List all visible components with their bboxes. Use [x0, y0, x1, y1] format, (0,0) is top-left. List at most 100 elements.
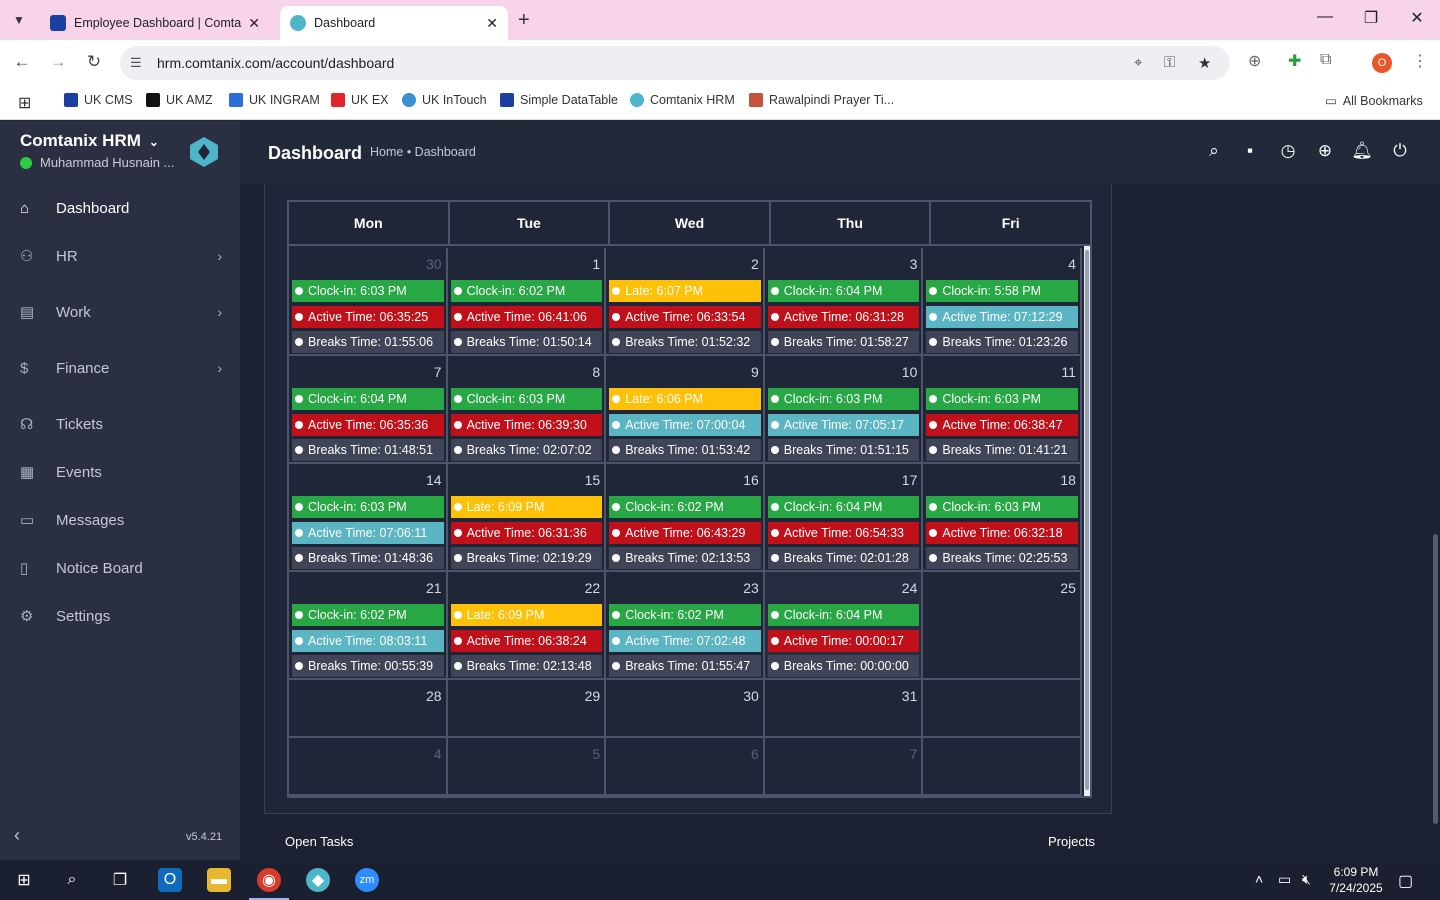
calendar-day-cell[interactable] [923, 738, 1082, 794]
attendance-event[interactable]: Active Time: 06:38:47 [926, 414, 1078, 436]
calendar-day-cell[interactable]: 4 [289, 738, 448, 794]
attendance-event[interactable]: Breaks Time: 01:52:32 [609, 331, 761, 353]
attendance-event[interactable]: Clock-in: 6:03 PM [926, 496, 1078, 518]
url-text[interactable]: hrm.comtanix.com/account/dashboard [157, 55, 394, 71]
attendance-event[interactable]: Clock-in: 6:02 PM [292, 604, 444, 626]
attendance-event[interactable]: Clock-in: 6:04 PM [767, 280, 920, 302]
attendance-event[interactable]: Active Time: 06:39:30 [450, 414, 603, 436]
page-scrollbar[interactable] [1433, 184, 1440, 860]
calendar-day-cell[interactable] [923, 680, 1082, 736]
attendance-event[interactable]: Clock-in: 6:04 PM [292, 388, 444, 410]
comtanix-app-icon[interactable]: ◆ [306, 868, 330, 892]
restore-icon[interactable]: ❐ [1348, 8, 1394, 28]
breadcrumb[interactable]: Home • Dashboard [370, 145, 476, 159]
reload-icon[interactable]: ↻ [82, 52, 106, 72]
brand-switcher[interactable]: Comtanix HRM ⌄ [20, 131, 159, 151]
calendar-day-cell[interactable]: 21 Clock-in: 6:02 PM Active Time: 08:03:11… [289, 572, 448, 678]
attendance-event[interactable]: Breaks Time: 01:48:36 [292, 547, 444, 569]
calendar-day-cell[interactable]: 18 Clock-in: 6:03 PM Active Time: 06:32:18… [923, 464, 1082, 570]
volume-muted-icon[interactable]: 🔇︎ [1302, 871, 1311, 888]
calendar-day-cell[interactable]: 9 Late: 6:06 PM Active Time: 07:00:04 Break… [606, 356, 765, 462]
attendance-event[interactable]: Breaks Time: 02:25:53 [926, 547, 1078, 569]
file-explorer-icon[interactable]: ▬ [207, 868, 231, 892]
notifications-icon[interactable]: ▢ [1398, 871, 1413, 891]
attendance-event[interactable]: Active Time: 07:06:11 [292, 522, 444, 544]
bookmark-uk-intouch[interactable]: UK InTouch [402, 93, 487, 107]
sidebar-item-hr[interactable]: ⚇ HR › [0, 234, 240, 278]
chrome-menu-icon[interactable]: ⋮ [1412, 51, 1428, 71]
extensions-puzzle-icon[interactable]: ⧉ [1320, 51, 1331, 69]
attendance-event[interactable]: Clock-in: 6:03 PM [450, 388, 603, 410]
attendance-event[interactable]: Active Time: 00:00:17 [767, 630, 920, 652]
attendance-event[interactable]: Active Time: 06:35:36 [292, 414, 444, 436]
calendar-day-cell[interactable]: 17 Clock-in: 6:04 PM Active Time: 06:54:33… [765, 464, 924, 570]
profile-avatar[interactable]: O [1372, 53, 1392, 73]
sidebar-item-settings[interactable]: ⚙ Settings [0, 594, 240, 638]
attendance-event[interactable]: Active Time: 06:31:28 [767, 306, 920, 328]
search-icon[interactable]: ⌕ [60, 868, 84, 892]
attendance-event[interactable]: Breaks Time: 02:13:48 [450, 655, 603, 677]
bookmark-simple-datatable[interactable]: Simple DataTable [500, 93, 618, 107]
sidebar-item-dashboard[interactable]: ⌂ Dashboard [0, 186, 240, 230]
close-tab-icon[interactable]: ✕ [486, 15, 498, 32]
attendance-event[interactable]: Clock-in: 6:03 PM [292, 280, 444, 302]
calendar-day-cell[interactable]: 31 [765, 680, 924, 736]
calendar-scrollbar[interactable] [1084, 246, 1090, 796]
calendar-day-cell[interactable]: 30 Clock-in: 6:03 PM Active Time: 06:35:25… [289, 248, 448, 354]
calendar-day-cell[interactable]: 22 Late: 6:09 PM Active Time: 06:38:24 Brea… [448, 572, 607, 678]
attendance-event[interactable]: Active Time: 06:33:54 [609, 306, 761, 328]
calendar-day-cell[interactable]: 3 Clock-in: 6:04 PM Active Time: 06:31:28 B… [765, 248, 924, 354]
attendance-event[interactable]: Active Time: 06:41:06 [450, 306, 603, 328]
attendance-event[interactable]: Clock-in: 6:03 PM [767, 388, 920, 410]
attendance-event[interactable]: Late: 6:06 PM [609, 388, 761, 410]
apps-grid-icon[interactable]: ⊞ [18, 93, 31, 113]
close-tab-icon[interactable]: ✕ [248, 15, 260, 32]
clock-icon[interactable]: ◷ [1276, 141, 1300, 161]
attendance-event[interactable]: Clock-in: 5:58 PM [926, 280, 1078, 302]
sidebar-item-messages[interactable]: ▭ Messages [0, 498, 240, 542]
calendar-day-cell[interactable]: 4 Clock-in: 5:58 PM Active Time: 07:12:29 B… [923, 248, 1082, 354]
bookmark-star-icon[interactable]: ★ [1198, 54, 1211, 72]
calendar-day-cell[interactable]: 14 Clock-in: 6:03 PM Active Time: 07:06:11… [289, 464, 448, 570]
sidebar-item-tickets[interactable]: ☊ Tickets [0, 402, 240, 446]
attendance-event[interactable]: Late: 6:09 PM [450, 604, 603, 626]
calendar-day-cell[interactable]: 16 Clock-in: 6:02 PM Active Time: 06:43:29… [606, 464, 765, 570]
calendar-day-cell[interactable]: 23 Clock-in: 6:02 PM Active Time: 07:02:48… [606, 572, 765, 678]
calendar-day-cell[interactable]: 8 Clock-in: 6:03 PM Active Time: 06:39:30 B… [448, 356, 607, 462]
attendance-event[interactable]: Breaks Time: 01:50:14 [450, 331, 603, 353]
close-window-icon[interactable]: ✕ [1394, 8, 1440, 28]
calendar-day-cell[interactable]: 25 [923, 572, 1082, 678]
attendance-event[interactable]: Clock-in: 6:02 PM [609, 496, 761, 518]
calendar-day-cell[interactable]: 10 Clock-in: 6:03 PM Active Time: 07:05:17… [765, 356, 924, 462]
bookmark-uk-ingram[interactable]: UK INGRAM [229, 93, 320, 107]
calendar-day-cell[interactable]: 7 [765, 738, 924, 794]
attendance-event[interactable]: Breaks Time: 01:55:06 [292, 331, 444, 353]
bookmark-uk-cms[interactable]: UK CMS [64, 93, 133, 107]
attendance-event[interactable]: Breaks Time: 02:07:02 [450, 439, 603, 461]
sidebar-item-notice-board[interactable]: ▯ Notice Board [0, 546, 240, 590]
power-icon[interactable]: ⏻ [1388, 141, 1412, 161]
attendance-event[interactable]: Breaks Time: 01:23:26 [926, 331, 1078, 353]
sidebar-item-work[interactable]: ▤ Work › [0, 290, 240, 334]
attendance-event[interactable]: Breaks Time: 02:19:29 [450, 547, 603, 569]
attendance-event[interactable]: Active Time: 06:38:24 [450, 630, 603, 652]
tab-search-chevron-icon[interactable]: ▼ [6, 8, 32, 32]
attendance-event[interactable]: Active Time: 08:03:11 [292, 630, 444, 652]
password-key-icon[interactable]: ⚿ [1164, 54, 1175, 71]
bookmark-comtanix-hrm[interactable]: Comtanix HRM [630, 93, 735, 107]
attendance-event[interactable]: Breaks Time: 01:48:51 [292, 439, 444, 461]
attendance-event[interactable]: Breaks Time: 00:00:00 [767, 655, 920, 677]
extension-plus-icon[interactable]: ✚ [1288, 51, 1301, 71]
task-view-icon[interactable]: ❐ [108, 868, 132, 892]
attendance-event[interactable]: Active Time: 06:32:18 [926, 522, 1078, 544]
attendance-event[interactable]: Clock-in: 6:02 PM [450, 280, 603, 302]
chrome-icon[interactable]: ◉ [257, 868, 281, 892]
bookmark-uk-ex[interactable]: UK EX [331, 93, 389, 107]
calendar-day-cell[interactable]: 15 Late: 6:09 PM Active Time: 06:31:36 Brea… [448, 464, 607, 570]
bookmark-uk-amz[interactable]: UK AMZ [146, 93, 213, 107]
page-scrollbar-thumb[interactable] [1433, 534, 1438, 824]
attendance-event[interactable]: Active Time: 07:12:29 [926, 306, 1078, 328]
location-icon[interactable]: ⌖ [1134, 54, 1142, 71]
attendance-event[interactable]: Active Time: 06:43:29 [609, 522, 761, 544]
collapse-sidebar-icon[interactable]: ‹ [14, 825, 20, 846]
